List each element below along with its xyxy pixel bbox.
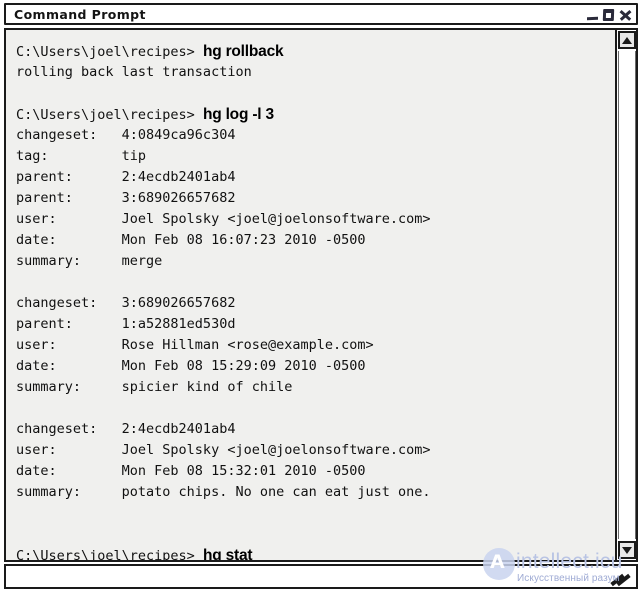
terminal-output-line: parent: 1:a52881ed530d <box>16 316 236 332</box>
terminal-prompt-line: C:\Users\joel\recipes> hg stat <box>16 545 615 560</box>
resize-grip-icon[interactable] <box>609 570 631 587</box>
window-title: Command Prompt <box>14 7 146 22</box>
terminal-output-line: changeset: 4:0849ca96c304 <box>16 127 236 143</box>
terminal-output-line: user: Joel Spolsky <joel@joelonsoftware.… <box>16 211 431 227</box>
chevron-down-icon <box>622 546 632 554</box>
terminal-output-line: user: Rose Hillman <rose@example.com> <box>16 337 374 353</box>
status-bar <box>4 564 638 589</box>
window-titlebar[interactable]: Command Prompt <box>4 3 638 25</box>
chevron-up-icon <box>622 36 632 44</box>
command-prompt-window: Command Prompt C:\Users\joel\recipes> hg… <box>0 0 642 593</box>
terminal-output-line: date: Mon Feb 08 15:29:09 2010 -0500 <box>16 358 366 374</box>
terminal-output-line: summary: spicier kind of chile <box>16 379 293 395</box>
terminal-output-line: parent: 3:689026657682 <box>16 190 236 206</box>
terminal-output[interactable]: C:\Users\joel\recipes> hg rollback rollin… <box>6 30 615 560</box>
terminal-prompt-line: C:\Users\joel\recipes> hg log -l 3 <box>16 104 615 125</box>
terminal-output-line: summary: merge <box>16 253 163 269</box>
terminal-output-line: tag: tip <box>16 148 147 164</box>
terminal-output-line: user: Joel Spolsky <joel@joelonsoftware.… <box>16 442 431 458</box>
terminal-command: hg rollback <box>202 43 284 60</box>
terminal-output-line: rolling back last transaction <box>16 64 252 80</box>
prompt-path: C:\Users\joel\recipes> <box>16 44 203 60</box>
terminal-output-line: date: Mon Feb 08 15:32:01 2010 -0500 <box>16 463 366 479</box>
terminal-command: hg log -l 3 <box>202 106 274 123</box>
terminal-prompt-line: C:\Users\joel\recipes> hg rollback <box>16 41 615 62</box>
terminal-output-line: summary: potato chips. No one can eat ju… <box>16 484 431 500</box>
prompt-path: C:\Users\joel\recipes> <box>16 107 203 123</box>
terminal-output-line: changeset: 3:689026657682 <box>16 295 236 311</box>
maximize-icon[interactable] <box>602 9 615 21</box>
window-controls <box>587 7 631 23</box>
terminal-output-line: changeset: 2:4ecdb2401ab4 <box>16 421 236 437</box>
terminal-frame: C:\Users\joel\recipes> hg rollback rollin… <box>4 28 638 562</box>
close-icon[interactable] <box>619 9 631 21</box>
terminal-output-line: parent: 2:4ecdb2401ab4 <box>16 169 236 185</box>
scroll-down-button[interactable] <box>618 541 636 559</box>
terminal-command: hg stat <box>202 547 253 560</box>
vertical-scrollbar[interactable] <box>615 30 636 560</box>
scrollbar-track[interactable] <box>618 51 636 539</box>
prompt-path: C:\Users\joel\recipes> <box>16 548 203 560</box>
terminal-output-line: date: Mon Feb 08 16:07:23 2010 -0500 <box>16 232 366 248</box>
scroll-up-button[interactable] <box>618 31 636 49</box>
minimize-icon[interactable] <box>587 16 598 21</box>
